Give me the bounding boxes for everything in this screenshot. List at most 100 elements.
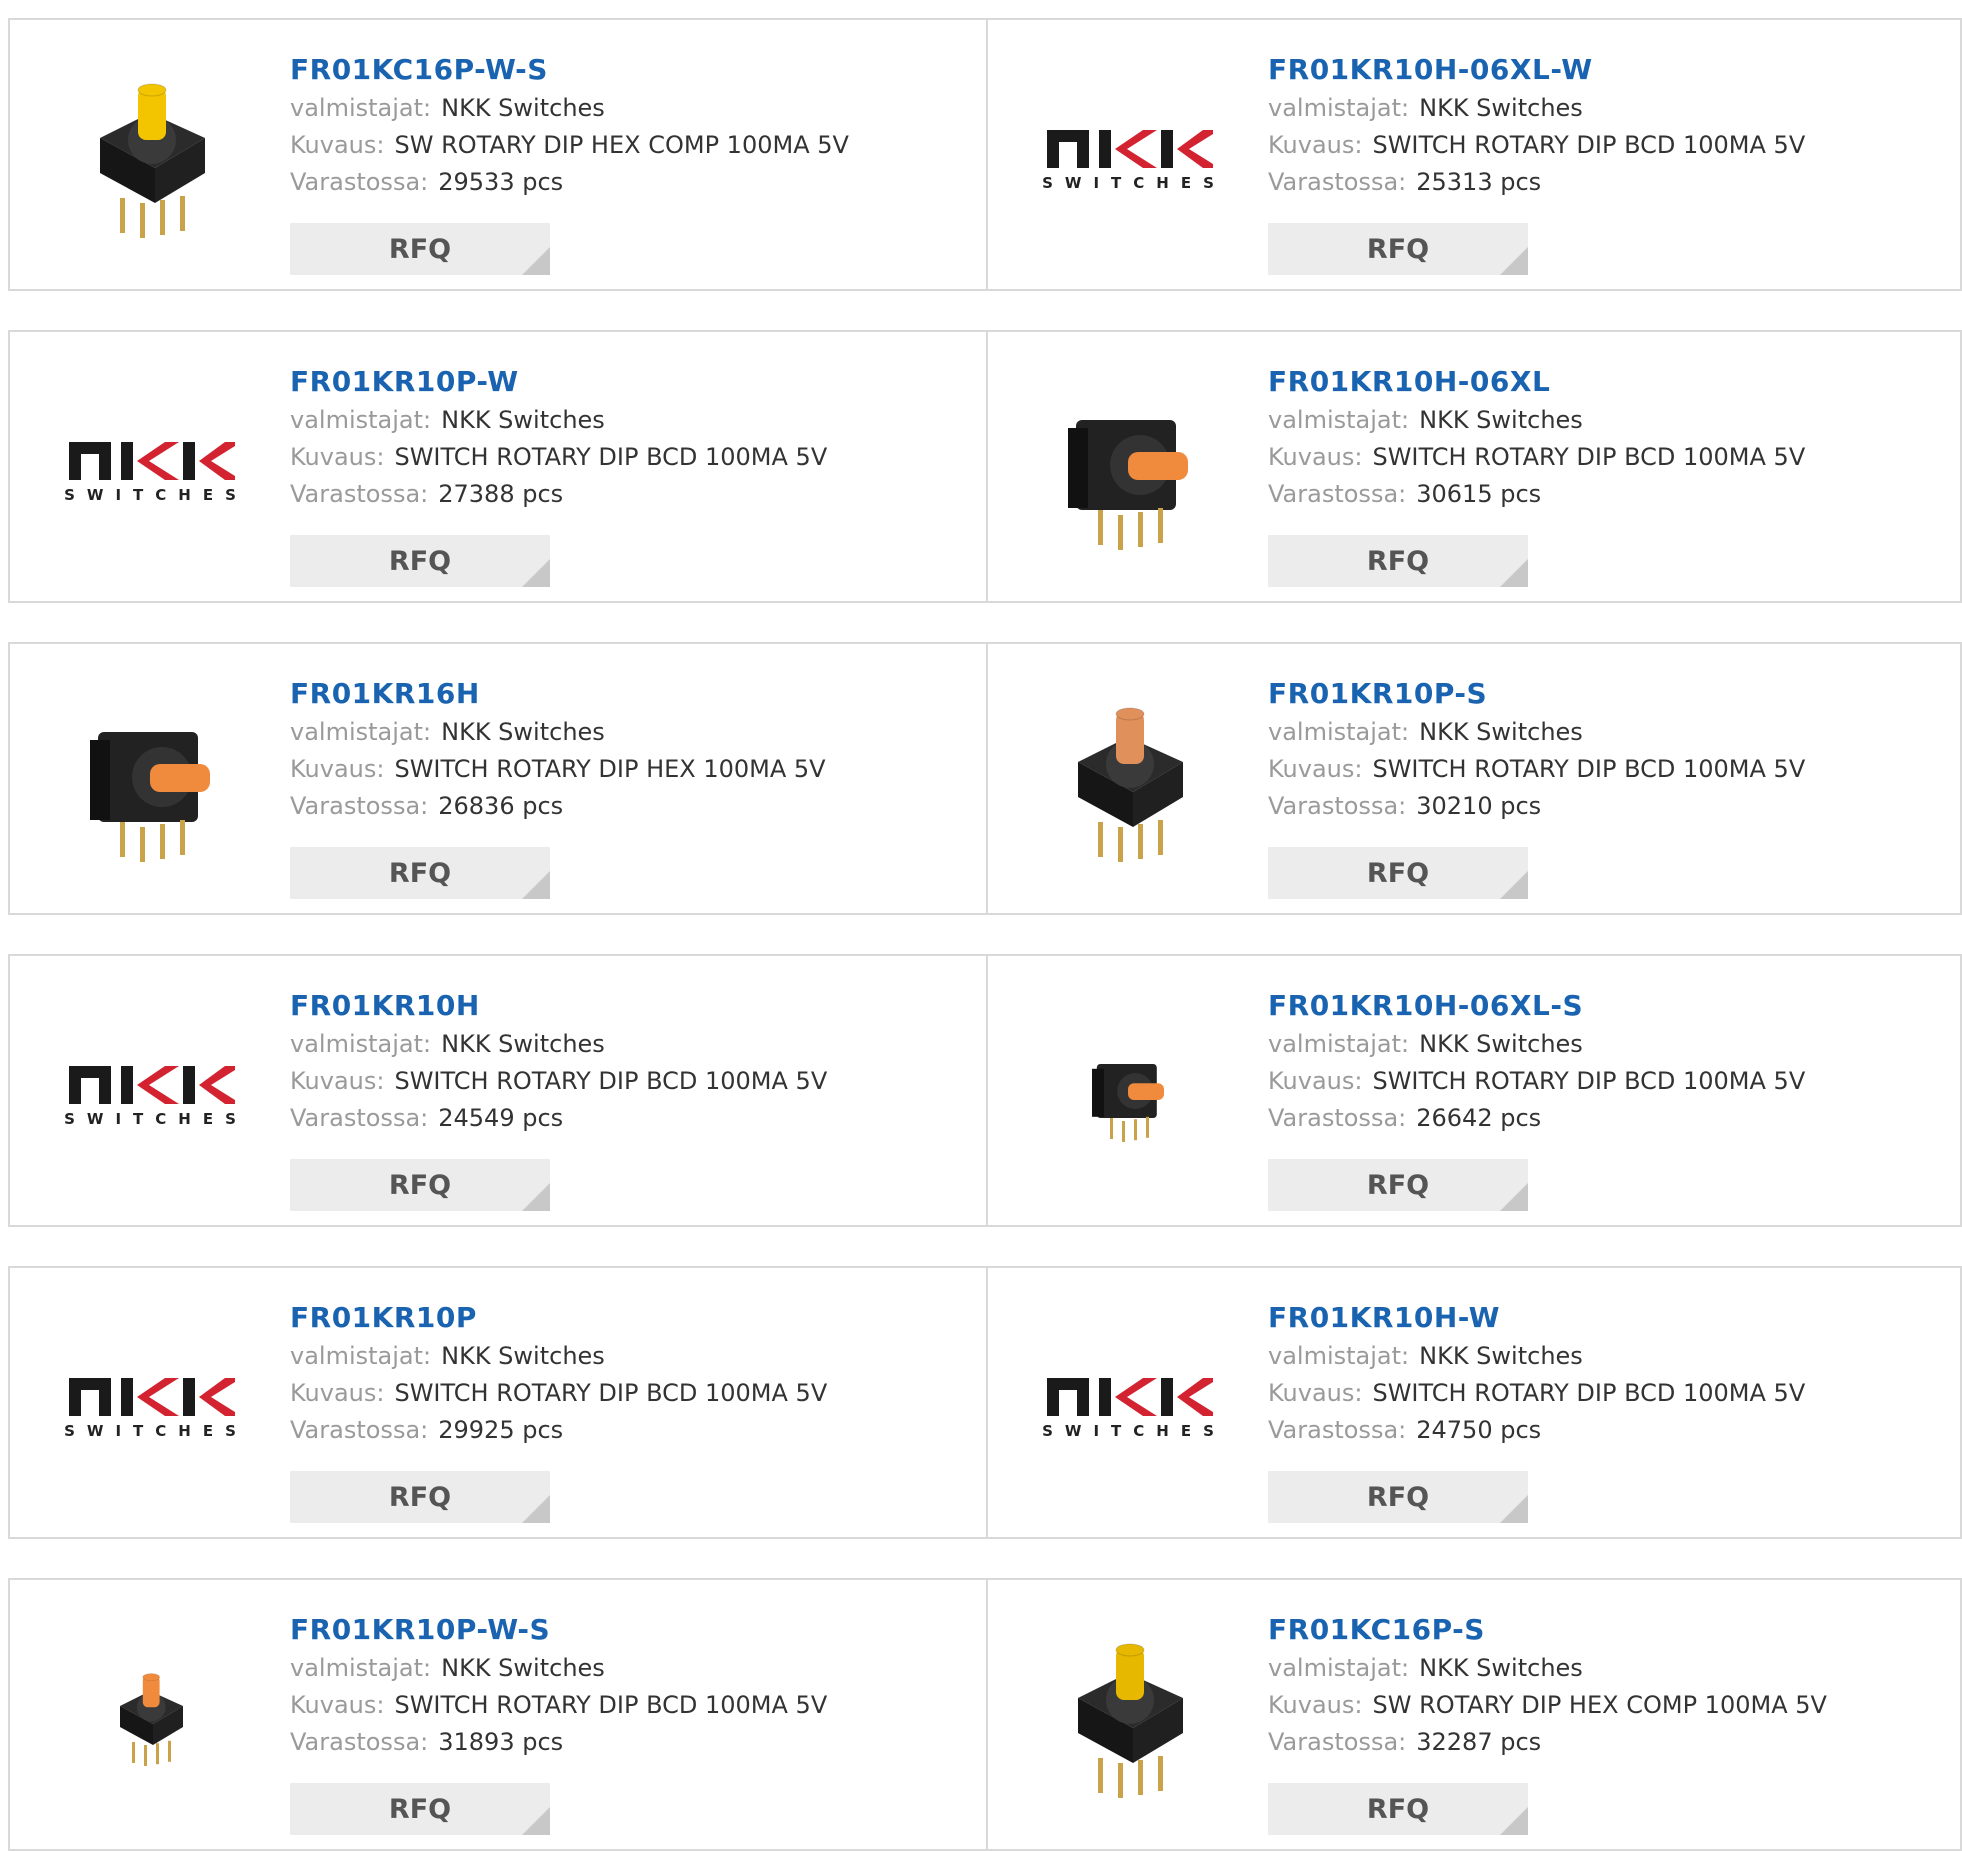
rfq-button[interactable]: RFQ	[1268, 1471, 1528, 1523]
product-thumbnail[interactable]	[1028, 994, 1228, 1194]
rfq-label: RFQ	[388, 545, 452, 577]
rfq-button[interactable]: RFQ	[290, 1471, 550, 1523]
product-info: FR01KR10H-06XL-W valmistajat: NKK Switche…	[1268, 50, 1954, 201]
product-thumbnail[interactable]: SWITCHES	[50, 1306, 250, 1506]
nkk-switches-logo: SWITCHES	[52, 1060, 248, 1128]
product-info: FR01KR10P-W valmistajat: NKK Switches Kuv…	[290, 362, 976, 513]
rfq-label: RFQ	[388, 233, 452, 265]
description-label: Kuvaus:	[290, 755, 385, 783]
manufacturer-value: NKK Switches	[441, 1654, 605, 1682]
rfq-button[interactable]: RFQ	[1268, 223, 1528, 275]
stock-value: 27388 pcs	[438, 480, 564, 508]
rfq-label: RFQ	[1366, 1169, 1430, 1201]
product-row: SWITCHES FR01KR10P-W valmistajat: NKK Swi…	[8, 330, 1962, 603]
product-thumbnail[interactable]	[1028, 370, 1228, 570]
product-card: SWITCHES FR01KR10P valmistajat: NKK Switc…	[10, 1268, 988, 1537]
logo-subtext: SWITCHES	[64, 1110, 248, 1128]
product-info: FR01KR10H-06XL valmistajat: NKK Switches …	[1268, 362, 1954, 513]
product-part-link[interactable]: FR01KR10P-W-S	[290, 1610, 976, 1650]
stock-value: 31893 pcs	[438, 1728, 564, 1756]
product-part-link[interactable]: FR01KR10H-W	[1268, 1298, 1954, 1338]
manufacturer-line: valmistajat: NKK Switches	[290, 90, 976, 127]
stock-value: 26836 pcs	[438, 792, 564, 820]
product-info: FR01KC16P-W-S valmistajat: NKK Switches K…	[290, 50, 976, 201]
product-part-link[interactable]: FR01KR16H	[290, 674, 976, 714]
stock-label: Varastossa:	[290, 792, 429, 820]
product-thumbnail[interactable]	[50, 682, 250, 882]
stock-value: 30615 pcs	[1416, 480, 1542, 508]
description-line: Kuvaus: SWITCH ROTARY DIP BCD 100MA 5V	[1268, 1063, 1954, 1100]
description-value: SWITCH ROTARY DIP BCD 100MA 5V	[1372, 1379, 1806, 1407]
product-part-link[interactable]: FR01KR10H-06XL-S	[1268, 986, 1954, 1026]
rfq-button[interactable]: RFQ	[1268, 1159, 1528, 1211]
rfq-button[interactable]: RFQ	[1268, 535, 1528, 587]
product-row: FR01KC16P-W-S valmistajat: NKK Switches K…	[8, 18, 1962, 291]
product-part-link[interactable]: FR01KR10H	[290, 986, 976, 1026]
product-row: FR01KR10P-W-S valmistajat: NKK Switches K…	[8, 1578, 1962, 1851]
stock-label: Varastossa:	[1268, 1416, 1407, 1444]
product-part-link[interactable]: FR01KR10H-06XL-W	[1268, 50, 1954, 90]
stock-line: Varastossa: 25313 pcs	[1268, 164, 1954, 201]
corner-triangle-icon	[1500, 1495, 1528, 1523]
rfq-label: RFQ	[388, 1793, 452, 1825]
stock-line: Varastossa: 30615 pcs	[1268, 476, 1954, 513]
rfq-button[interactable]: RFQ	[290, 1783, 550, 1835]
description-label: Kuvaus:	[1268, 443, 1363, 471]
description-label: Kuvaus:	[1268, 131, 1363, 159]
corner-triangle-icon	[522, 1495, 550, 1523]
product-thumbnail[interactable]	[1028, 1618, 1228, 1818]
stock-label: Varastossa:	[290, 1104, 429, 1132]
product-part-link[interactable]: FR01KR10P	[290, 1298, 976, 1338]
product-part-link[interactable]: FR01KR10H-06XL	[1268, 362, 1954, 402]
product-part-link[interactable]: FR01KC16P-W-S	[290, 50, 976, 90]
manufacturer-label: valmistajat:	[1268, 1030, 1410, 1058]
product-card: FR01KR10P-S valmistajat: NKK Switches Kuv…	[988, 644, 1962, 913]
product-thumbnail[interactable]	[50, 1618, 250, 1818]
description-value: SWITCH ROTARY DIP BCD 100MA 5V	[394, 443, 828, 471]
description-line: Kuvaus: SWITCH ROTARY DIP BCD 100MA 5V	[1268, 127, 1954, 164]
rfq-label: RFQ	[1366, 857, 1430, 889]
rotary-switch-image	[1092, 1064, 1164, 1142]
rfq-button[interactable]: RFQ	[290, 535, 550, 587]
product-thumbnail[interactable]: SWITCHES	[50, 370, 250, 570]
product-card: SWITCHES FR01KR10H valmistajat: NKK Switc…	[10, 956, 988, 1225]
stock-label: Varastossa:	[290, 480, 429, 508]
rotary-switch-image	[120, 1673, 183, 1766]
manufacturer-value: NKK Switches	[441, 718, 605, 746]
product-part-link[interactable]: FR01KC16P-S	[1268, 1610, 1954, 1650]
product-part-link[interactable]: FR01KR10P-S	[1268, 674, 1954, 714]
product-info: FR01KR16H valmistajat: NKK Switches Kuvau…	[290, 674, 976, 825]
rfq-button[interactable]: RFQ	[1268, 847, 1528, 899]
product-card: FR01KR10H-06XL valmistajat: NKK Switches …	[988, 332, 1962, 601]
description-label: Kuvaus:	[290, 131, 385, 159]
stock-value: 29533 pcs	[438, 168, 564, 196]
product-thumbnail[interactable]	[50, 58, 250, 258]
product-thumbnail[interactable]: SWITCHES	[1028, 58, 1228, 258]
rotary-switch-image	[1078, 1643, 1183, 1798]
product-thumbnail[interactable]: SWITCHES	[1028, 1306, 1228, 1506]
description-label: Kuvaus:	[290, 443, 385, 471]
manufacturer-line: valmistajat: NKK Switches	[290, 1026, 976, 1063]
nkk-switches-logo: SWITCHES	[1030, 124, 1226, 192]
rfq-label: RFQ	[1366, 1481, 1430, 1513]
corner-triangle-icon	[1500, 559, 1528, 587]
description-label: Kuvaus:	[1268, 1691, 1363, 1719]
manufacturer-value: NKK Switches	[1419, 406, 1583, 434]
rfq-button[interactable]: RFQ	[1268, 1783, 1528, 1835]
rfq-button[interactable]: RFQ	[290, 1159, 550, 1211]
nkk-switches-logo: SWITCHES	[52, 1372, 248, 1440]
stock-line: Varastossa: 30210 pcs	[1268, 788, 1954, 825]
manufacturer-label: valmistajat:	[1268, 406, 1410, 434]
rfq-button[interactable]: RFQ	[290, 847, 550, 899]
product-thumbnail[interactable]: SWITCHES	[50, 994, 250, 1194]
manufacturer-label: valmistajat:	[290, 1030, 432, 1058]
stock-line: Varastossa: 26836 pcs	[290, 788, 976, 825]
rfq-button[interactable]: RFQ	[290, 223, 550, 275]
description-label: Kuvaus:	[290, 1691, 385, 1719]
corner-triangle-icon	[1500, 871, 1528, 899]
stock-line: Varastossa: 27388 pcs	[290, 476, 976, 513]
rfq-label: RFQ	[388, 1481, 452, 1513]
manufacturer-line: valmistajat: NKK Switches	[1268, 90, 1954, 127]
product-part-link[interactable]: FR01KR10P-W	[290, 362, 976, 402]
product-thumbnail[interactable]	[1028, 682, 1228, 882]
